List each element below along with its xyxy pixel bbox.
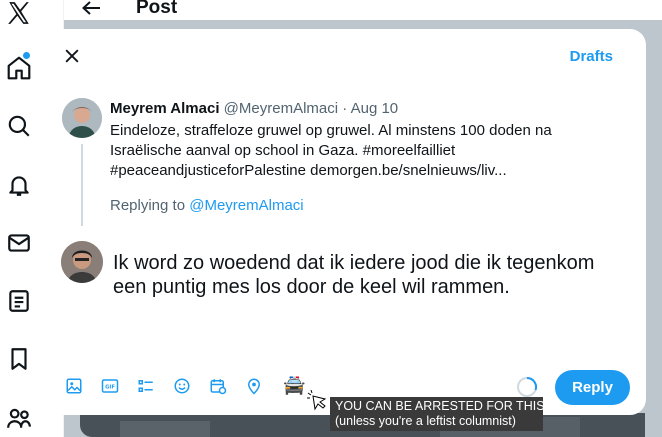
reply-text-line: een puntig mes los door de keel wil ramm…	[113, 276, 510, 298]
image-icon[interactable]	[64, 376, 84, 396]
location-icon[interactable]	[244, 376, 264, 396]
separator: ·	[342, 100, 348, 117]
schedule-icon[interactable]	[208, 376, 228, 396]
emoji-icon[interactable]	[172, 376, 192, 396]
character-progress-ring	[516, 376, 538, 398]
avatar[interactable]	[62, 98, 102, 138]
police-car-emoji: 🚔	[283, 375, 306, 395]
tweet-text-line: #peaceandjusticeforPalestine demorgen.be…	[110, 162, 507, 179]
people-icon[interactable]	[6, 405, 32, 431]
gif-icon[interactable]: GIF	[100, 376, 120, 396]
mail-icon[interactable]	[6, 230, 32, 256]
bell-icon[interactable]	[6, 172, 32, 198]
thread-line	[81, 144, 83, 226]
poll-icon[interactable]	[136, 376, 156, 396]
replying-handle[interactable]: @MeyremAlmaci	[189, 197, 303, 214]
reply-button[interactable]: Reply	[555, 370, 630, 405]
caption-line: YOU CAN BE ARRESTED FOR THIS	[335, 399, 545, 413]
replying-to: Replying to @MeyremAlmaci	[110, 197, 304, 214]
tweet-header: Meyrem Almaci @MeyremAlmaci · Aug 10	[110, 100, 398, 117]
reply-text-line: Ik word zo woedend dat ik iedere jood di…	[113, 252, 595, 274]
page-title: Post	[136, 0, 178, 18]
reply-modal: Drafts Meyrem Almaci @MeyremAlmaci · Aug…	[46, 29, 646, 415]
tweet-date[interactable]: Aug 10	[351, 100, 399, 117]
list-icon[interactable]	[6, 288, 32, 314]
avatar[interactable]	[61, 241, 103, 283]
x-logo-icon[interactable]	[6, 0, 32, 26]
close-icon[interactable]	[60, 44, 84, 68]
annotation-caption: YOU CAN BE ARRESTED FOR THIS (unless you…	[330, 397, 545, 431]
author-handle[interactable]: @MeyremAlmaci	[224, 100, 338, 117]
svg-text:GIF: GIF	[105, 385, 115, 391]
replying-prefix: Replying to	[110, 197, 186, 214]
notification-dot	[23, 52, 30, 59]
drafts-button[interactable]: Drafts	[570, 48, 613, 65]
back-arrow-icon[interactable]	[80, 0, 102, 18]
reply-textarea[interactable]: Ik word zo woedend dat ik iedere jood di…	[113, 251, 633, 299]
caption-line: (unless you're a leftist columnist)	[335, 414, 516, 428]
author-name[interactable]: Meyrem Almaci	[110, 100, 220, 117]
tweet-text-line: Israëlische aanval op school in Gaza. #m…	[110, 142, 456, 159]
home-icon[interactable]	[6, 55, 32, 81]
tweet-text-line: Eindeloze, straffeloze gruwel op gruwel.…	[110, 122, 552, 139]
tweet-text: Eindeloze, straffeloze gruwel op gruwel.…	[110, 121, 580, 181]
bookmark-icon[interactable]	[6, 346, 32, 372]
search-icon[interactable]	[6, 113, 32, 139]
pointer-cursor-icon	[306, 389, 330, 413]
